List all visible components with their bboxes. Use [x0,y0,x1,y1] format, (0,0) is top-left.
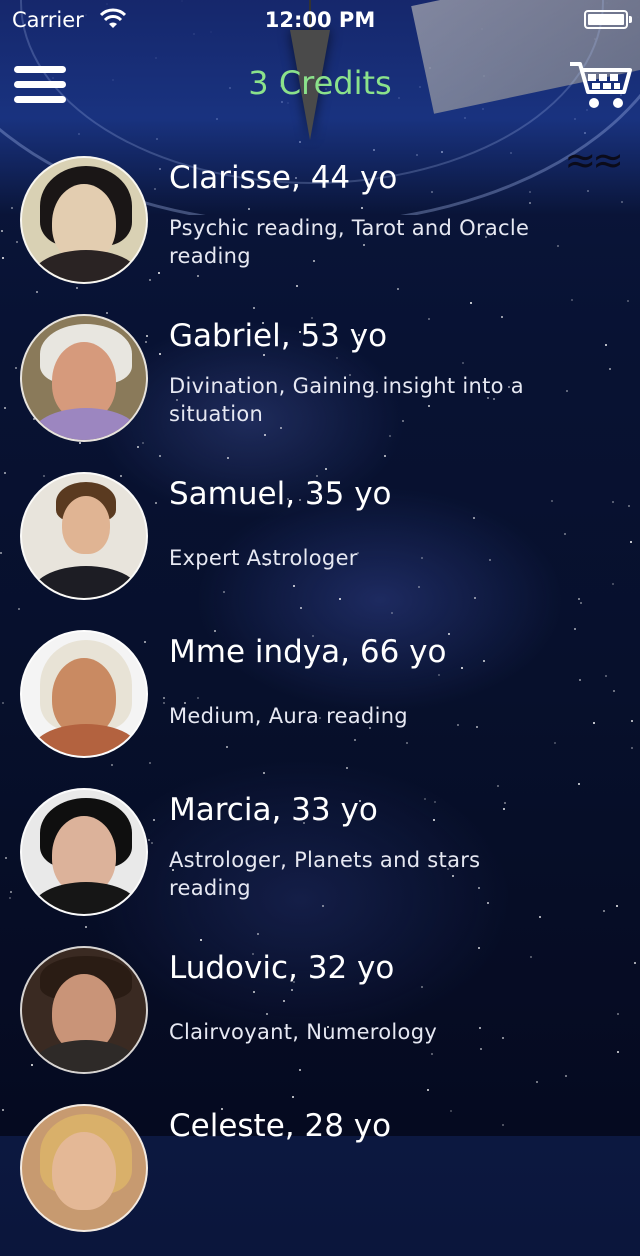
avatar-body [30,882,142,914]
credits-balance: 3 Credits [248,64,392,102]
reader-row[interactable]: Ludovic, 32 yo Clairvoyant, Numerology [0,940,640,1098]
reader-row[interactable]: Gabriel, 53 yo Divination, Gaining insig… [0,308,640,466]
reader-skills: Psychic reading, Tarot and Oracle readin… [169,216,530,268]
avatar-body [30,250,142,282]
avatar-body [30,1040,142,1072]
reader-skills: Medium, Aura reading [169,704,408,728]
reader-row[interactable]: Celeste, 28 yo [0,1098,640,1256]
reader-name: Celeste, 28 yo [169,1108,392,1144]
reader-avatar [20,472,148,600]
reader-skills: Divination, Gaining insight into a situa… [169,374,524,426]
reader-row[interactable]: Clarisse, 44 yo Psychic reading, Tarot a… [0,150,640,308]
reader-skills: Expert Astrologer [169,546,358,570]
status-bar: Carrier 12:00 PM [0,0,640,40]
avatar-body [30,408,142,440]
reader-name: Marcia, 33 yo [169,792,378,828]
battery-icon [584,10,632,29]
avatar-face [62,496,110,554]
reader-skills: Clairvoyant, Numerology [169,1020,438,1044]
reader-avatar [20,946,148,1074]
reader-avatar [20,156,148,284]
clock: 12:00 PM [264,8,376,32]
reader-row[interactable]: Marcia, 33 yo Astrologer, Planets and st… [0,782,640,940]
avatar-body [30,566,142,598]
avatar-face [52,1132,116,1210]
reader-avatar [20,314,148,442]
reader-name: Samuel, 35 yo [169,476,392,512]
navigation-bar: 3 Credits [0,40,640,128]
reader-name: Gabriel, 53 yo [169,318,388,354]
reader-avatar [20,630,148,758]
reader-skills: Astrologer, Planets and stars reading [169,848,481,900]
reader-avatar [20,1104,148,1232]
reader-row[interactable]: Samuel, 35 yo Expert Astrologer [0,466,640,624]
reader-name: Mme indya, 66 yo [169,634,447,670]
reader-name: Ludovic, 32 yo [169,950,395,986]
reader-name: Clarisse, 44 yo [169,160,398,196]
reader-avatar [20,788,148,916]
reader-row[interactable]: Mme indya, 66 yo Medium, Aura reading [0,624,640,782]
avatar-body [30,724,142,756]
shopping-cart-icon[interactable] [568,58,632,112]
